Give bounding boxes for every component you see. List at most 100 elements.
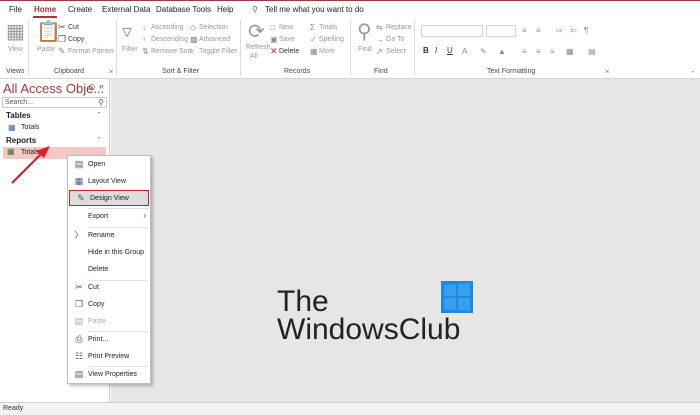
find-icon[interactable]: ⚲ [357, 22, 372, 42]
report-icon: ▦ [7, 147, 15, 156]
context-menu-item-layout-view[interactable]: ▦ Layout View [68, 174, 150, 190]
save-button[interactable]: Save [279, 36, 295, 43]
save-icon: ▣ [270, 35, 278, 44]
font-name-dropdown[interactable] [421, 25, 483, 37]
more-button[interactable]: More [319, 48, 335, 55]
context-menu-item-design-view[interactable]: ✎ Design View [69, 190, 149, 206]
context-menu-item-print-preview[interactable]: ☷ Print Preview [68, 349, 150, 365]
section-header-reports[interactable]: Reports [6, 136, 36, 145]
collapse-ribbon-icon[interactable]: ⌃ [690, 70, 696, 78]
underline-button[interactable]: U [447, 46, 453, 55]
paste-button[interactable]: Paste [37, 46, 55, 53]
text-direction-icon[interactable]: ¶ [584, 25, 588, 36]
search-icon[interactable]: ⚲ [98, 98, 104, 107]
context-menu-item-view-properties[interactable]: ▤ View Properties [68, 367, 150, 383]
views-group-label: Views [6, 68, 25, 75]
selection-button[interactable]: Selection [199, 24, 228, 31]
context-menu-item-print[interactable]: ⎙ Print... [68, 332, 150, 348]
view-icon[interactable]: ▦ [6, 22, 25, 42]
context-menu-item-open[interactable]: ▤ Open [68, 157, 150, 173]
filter-icon[interactable]: ▿ [122, 22, 132, 42]
select-button[interactable]: Select [386, 48, 405, 55]
context-menu-item-cut[interactable]: ✂ Cut [68, 280, 150, 296]
separator [116, 20, 117, 76]
new-record-icon: □ [270, 23, 275, 32]
tab-database-tools[interactable]: Database Tools [156, 5, 211, 14]
context-menu-item-rename[interactable]: 〉 Rename [68, 228, 150, 244]
nav-search-input[interactable]: Search... ⚲ [2, 97, 107, 108]
separator [240, 20, 241, 76]
context-menu-item-export[interactable]: Export › [68, 209, 150, 225]
ribbon: ▦ View Views 📋 Paste ✂ Cut ❐ Copy ✎ Form… [0, 18, 700, 79]
context-menu-item-copy[interactable]: ❐ Copy [68, 297, 150, 313]
paste-icon: ▤ [74, 316, 84, 326]
italic-button[interactable]: I [435, 46, 437, 55]
descending-button[interactable]: Descending [151, 36, 188, 43]
context-menu-item-hide-in-group[interactable]: Hide in this Group [68, 245, 150, 261]
table-icon: ▦ [8, 123, 16, 132]
separator [414, 20, 415, 76]
refresh-button[interactable]: Refresh [246, 44, 271, 51]
bold-button[interactable]: B [423, 46, 429, 55]
outdent-icon[interactable]: ⇦ [570, 25, 577, 36]
advanced-button[interactable]: Advanced [199, 36, 230, 43]
clipboard-launcher-icon[interactable]: ⇲ [108, 68, 113, 75]
copy-icon: ❐ [74, 299, 84, 309]
context-menu-item-paste[interactable]: ▤ Paste [68, 314, 150, 330]
toggle-filter-button[interactable]: Toggle Filter [199, 48, 237, 55]
copy-icon: ❐ [58, 34, 67, 44]
nav-item-table-totals[interactable]: Totals [21, 124, 39, 131]
shutter-bar-icon[interactable]: « [99, 81, 104, 91]
separator [28, 20, 29, 76]
gridlines-icon[interactable]: ▦ [566, 46, 574, 57]
print-preview-icon: ☷ [74, 351, 84, 361]
format-painter-icon: ✎ [58, 46, 66, 56]
find-button[interactable]: Find [358, 46, 372, 53]
tell-me-box[interactable]: Tell me what you want to do [265, 5, 364, 14]
tab-help[interactable]: Help [217, 5, 233, 14]
remove-sort-button[interactable]: Remove Sort [151, 48, 192, 55]
tab-create[interactable]: Create [68, 5, 92, 14]
totals-icon: Σ [310, 23, 315, 32]
tab-external-data[interactable]: External Data [102, 5, 150, 14]
sort-filter-group-label: Sort & Filter [162, 68, 199, 75]
spelling-button[interactable]: Spelling [319, 36, 344, 43]
highlight-icon[interactable]: ✎ [480, 46, 487, 57]
collapse-chevron-icon[interactable]: ⌃ [96, 111, 102, 119]
text-formatting-launcher-icon[interactable]: ⇲ [604, 68, 609, 75]
filter-button[interactable]: Filter [122, 46, 138, 53]
selection-icon: ◇ [190, 23, 197, 32]
totals-button[interactable]: Totals [319, 24, 337, 31]
font-color-icon[interactable]: A [462, 46, 467, 57]
numbering-icon[interactable]: ≡ [536, 25, 541, 36]
delete-button[interactable]: Delete [279, 48, 299, 55]
format-painter-button[interactable]: Format Painter [68, 48, 114, 55]
align-center-icon[interactable]: ≡ [536, 46, 541, 57]
alternate-row-color-icon[interactable]: ▤ [588, 46, 596, 57]
section-header-tables[interactable]: Tables [6, 111, 31, 120]
bullets-icon[interactable]: ≡ [522, 25, 527, 36]
tab-file[interactable]: File [9, 5, 22, 14]
refresh-all-button[interactable]: All [250, 53, 258, 60]
copy-button[interactable]: Copy [68, 36, 84, 43]
replace-button[interactable]: Replace [386, 24, 412, 31]
align-right-icon[interactable]: ≡ [550, 46, 555, 57]
indent-icon[interactable]: ⇨ [556, 25, 563, 36]
nav-menu-icon[interactable]: ⊙ [88, 82, 96, 93]
cut-button[interactable]: Cut [68, 24, 79, 31]
fill-color-icon[interactable]: ▲ [498, 46, 506, 57]
align-left-icon[interactable]: ≡ [522, 46, 527, 57]
new-button[interactable]: New [279, 24, 293, 31]
spelling-icon: ✓ [310, 35, 317, 44]
refresh-icon[interactable]: ⟳ [248, 22, 265, 42]
view-button[interactable]: View [8, 46, 23, 53]
tab-home[interactable]: Home [34, 5, 56, 14]
menu-bar: File Home Create External Data Database … [0, 0, 700, 18]
collapse-chevron-icon[interactable]: ⌃ [96, 136, 102, 144]
context-menu-item-delete[interactable]: Delete [68, 262, 150, 278]
ascending-button[interactable]: Ascending [151, 24, 184, 31]
go-to-button[interactable]: Go To [386, 36, 405, 43]
font-size-dropdown[interactable] [486, 25, 516, 37]
watermark-line2: WindowsClub [277, 313, 461, 346]
more-icon: ▦ [310, 47, 318, 56]
